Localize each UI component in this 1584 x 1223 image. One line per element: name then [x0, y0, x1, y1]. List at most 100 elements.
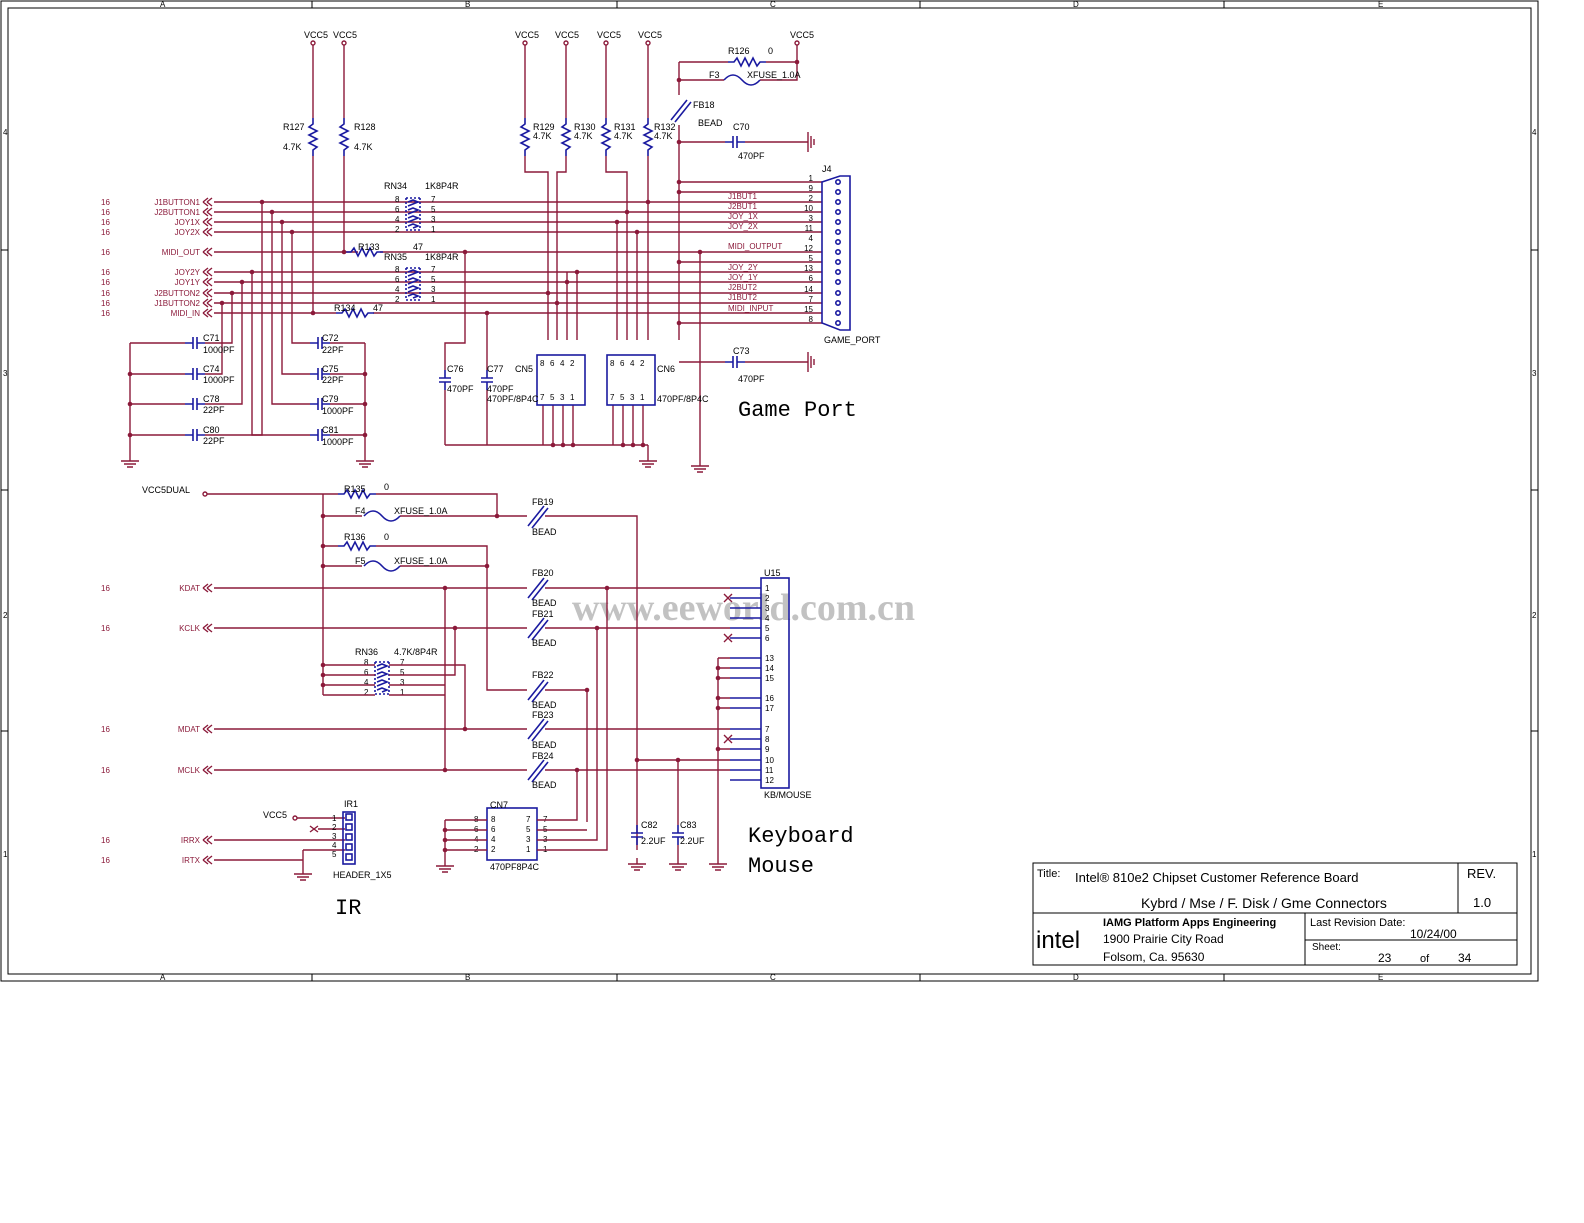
r127-val: 4.7K	[283, 142, 302, 152]
junction-dot	[279, 219, 285, 225]
fb18-ref: FB18	[693, 100, 715, 110]
revision-date-label: Last Revision Date:	[1310, 917, 1405, 929]
pin-number: 5	[431, 205, 436, 214]
vcc5-r128: VCC5	[333, 30, 357, 46]
sheet-of: of	[1420, 953, 1430, 965]
junction-dot	[362, 432, 368, 438]
cn6-val: 470PF/8P4C	[657, 394, 709, 404]
ground-symbol	[435, 859, 455, 873]
pin-number: 10	[804, 204, 813, 213]
sheet-ref: 16	[101, 309, 110, 318]
pin-number: 5	[550, 393, 555, 402]
c73-val: 470PF	[738, 374, 765, 384]
c78-capacitor	[184, 397, 206, 411]
pin-contact	[834, 309, 841, 316]
pin-number: 1	[332, 814, 337, 823]
fb22-label: BEAD	[532, 700, 557, 710]
junction-dot	[127, 371, 133, 377]
border-row-label: 4	[1532, 128, 1537, 137]
pin-number: 6	[620, 359, 625, 368]
pin-number: 17	[765, 704, 774, 713]
c71-val: 1000PF	[203, 345, 235, 355]
rn36-network	[374, 661, 390, 695]
net-label: JOY_2X	[728, 222, 758, 231]
junction-dot	[452, 625, 458, 631]
f5-val: XFUSE_1.0A	[394, 556, 448, 566]
r127-resistor	[308, 117, 318, 157]
junction-dot	[715, 675, 721, 681]
border-col-label: C	[770, 0, 776, 9]
pin-number: 7	[540, 393, 545, 402]
ir1-name: HEADER_1X5	[333, 870, 392, 880]
junction-dot	[574, 767, 580, 773]
j4-ref: J4	[822, 164, 832, 174]
c72-ref: C72	[322, 333, 339, 343]
junction-dot	[494, 513, 500, 519]
r134-ref: R134	[334, 303, 356, 313]
vcc5-r132: VCC5	[638, 30, 662, 46]
ground-symbol	[708, 857, 728, 871]
u15-name: KB/MOUSE	[764, 790, 812, 800]
fb24-bead	[527, 759, 549, 783]
sheet-number: 23	[1378, 951, 1392, 965]
pin-number: 8	[809, 315, 814, 324]
ground-symbol	[293, 867, 313, 881]
sheet-ref: 16	[101, 856, 110, 865]
pin-number: 3	[431, 215, 436, 224]
pin-number: 1	[570, 393, 575, 402]
junction-dot	[462, 249, 468, 255]
junction-dot	[676, 189, 682, 195]
junction-dot	[620, 442, 626, 448]
offsheet-connector-icon	[202, 288, 213, 298]
rn34-network	[405, 197, 421, 231]
junction-dot	[634, 229, 640, 235]
ir1-pin-numbers: 12345	[332, 813, 353, 861]
fb24-ref: FB24	[532, 751, 554, 761]
junction-dot	[715, 695, 721, 701]
svg-text:VCC5: VCC5	[304, 30, 328, 40]
junction-dot	[269, 209, 275, 215]
sheet-ref: 16	[101, 289, 110, 298]
pin-number: 1	[809, 174, 814, 183]
net-label: JOY_1Y	[728, 273, 758, 282]
junction-dot	[570, 442, 576, 448]
junction-dot	[239, 279, 245, 285]
c82-val: 2.2UF	[641, 836, 666, 846]
pin-contact	[834, 258, 841, 265]
cn7-ref: CN7	[490, 800, 508, 810]
rn35-network	[405, 267, 421, 301]
signal-label: JOY1X	[175, 218, 201, 227]
pin-number: 4	[491, 835, 496, 844]
ground-symbol	[638, 454, 658, 468]
sheet-total: 34	[1458, 951, 1472, 965]
sheet-ref: 16	[101, 248, 110, 257]
r136-ref: R136	[344, 532, 366, 542]
header-pin	[345, 853, 353, 861]
c75-val: 22PF	[322, 375, 344, 385]
junction-dot	[320, 513, 326, 519]
border-row-label: 1	[3, 850, 8, 859]
r133-val: 47	[413, 242, 423, 252]
fb19-label: BEAD	[532, 527, 557, 537]
subtitle-text: Kybrd / Mse / F. Disk / Gme Connectors	[1141, 895, 1387, 911]
fb24-label: BEAD	[532, 780, 557, 790]
address-line-2: Folsom, Ca. 95630	[1103, 950, 1205, 964]
pin-number: 6	[395, 275, 400, 284]
pin-number: 4	[630, 359, 635, 368]
junction-dot	[229, 290, 235, 296]
junction-dot	[442, 767, 448, 773]
ir-vcc-label: VCC5	[263, 810, 287, 820]
rn35-val: 1K8P4R	[425, 252, 459, 262]
svg-text:VCC5: VCC5	[597, 30, 621, 40]
ir-section: VCC5 IR1 HEADER_1X5 12345 16 IRRX16 IRTX I…	[101, 799, 392, 921]
junction-dot	[604, 585, 610, 591]
pin-number: 7	[610, 393, 615, 402]
ground-symbol	[120, 454, 140, 468]
j4-game-port-connector: 192103114125136 147158 J4 GAME_PORT	[804, 164, 881, 345]
rn34-ref: RN34	[384, 181, 407, 191]
sheet-ref: 16	[101, 584, 110, 593]
sheet-ref: 16	[101, 268, 110, 277]
pin-number: 1	[431, 225, 436, 234]
signal-label: JOY1Y	[175, 278, 201, 287]
ir1-ref: IR1	[344, 799, 358, 809]
